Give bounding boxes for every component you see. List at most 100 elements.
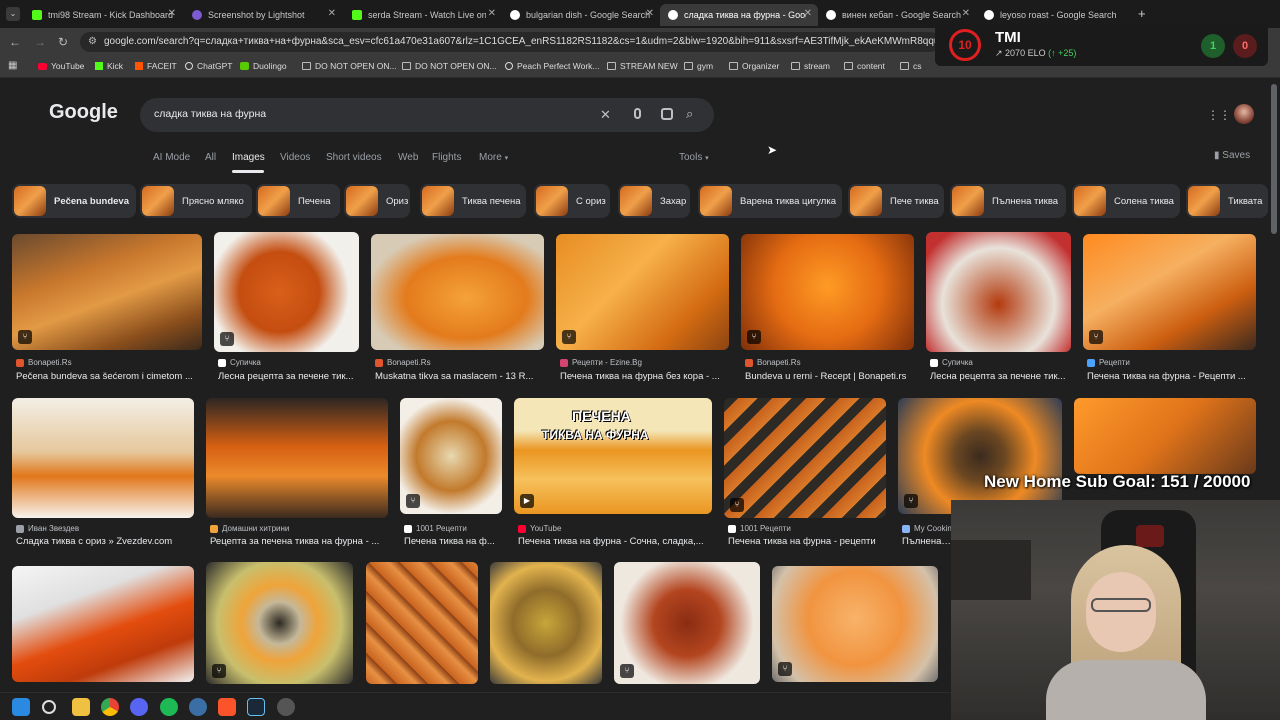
app-icon[interactable] (277, 698, 295, 716)
result-source[interactable]: Супичка (930, 358, 1071, 367)
bookmark-peach-perfect[interactable]: Peach Perfect Work... (505, 61, 600, 71)
bookmark-folder[interactable]: STREAM NEW (607, 61, 678, 71)
tab-web[interactable]: Web (398, 152, 418, 163)
tab-vinen-kebap[interactable]: винен кебап - Google Search ✕ (818, 4, 976, 26)
result-title[interactable]: Лесна рецепта за печене тик... (930, 371, 1071, 382)
result-image[interactable]: ПЕЧЕНА ТИКВА НА ФУРНА ▶ (514, 398, 712, 514)
result-image[interactable] (926, 232, 1071, 352)
page-scrollbar[interactable] (1271, 84, 1277, 234)
filter-chip[interactable]: Пълнена тиква (950, 184, 1066, 218)
tab-bulgarian-dish[interactable]: bulgarian dish - Google Search ✕ (502, 4, 660, 26)
result-source[interactable]: YouTube (518, 524, 712, 533)
result-source[interactable]: Bonapeti.Rs (375, 358, 544, 367)
result-title[interactable]: Bundeva u rerni - Recept | Bonapeti.rs (745, 371, 914, 382)
result-image[interactable]: ⑂ (898, 398, 1062, 514)
bookmark-chatgpt[interactable]: ChatGPT (185, 61, 232, 71)
filter-chip[interactable]: Солена тиква (1072, 184, 1180, 218)
result-title[interactable]: Печена тиква на фурна без кора - ... (560, 371, 729, 382)
result-source[interactable]: Иван Звездев (16, 524, 194, 533)
result-image[interactable] (490, 562, 602, 684)
site-info-icon[interactable]: ⚙ (88, 36, 97, 47)
back-arrow-icon[interactable]: ← (9, 35, 21, 49)
result-source[interactable]: Супичка (218, 358, 359, 367)
file-explorer-icon[interactable] (72, 698, 90, 716)
google-logo[interactable]: Google (49, 101, 118, 124)
filter-chip[interactable]: Ориз (344, 184, 410, 218)
result-source[interactable]: Рецепти - Ezine.Bg (560, 358, 729, 367)
windows-start-icon[interactable] (12, 698, 30, 716)
result-title[interactable]: Лесна рецепта за печене тик... (218, 371, 359, 382)
clear-search-icon[interactable]: ✕ (600, 107, 611, 123)
result-image[interactable]: ⑂ (772, 566, 938, 682)
bookmark-youtube[interactable]: YouTube (38, 61, 84, 71)
result-image[interactable] (12, 566, 194, 682)
apps-grid-icon[interactable]: ▦ (8, 60, 17, 71)
filter-chip[interactable]: Тиквата (1186, 184, 1268, 218)
forward-arrow-icon[interactable]: → (34, 35, 46, 49)
tab-current-search[interactable]: сладка тиква на фурна - Google Search ✕ (660, 4, 818, 26)
result-image[interactable]: ⑂ (400, 398, 502, 514)
result-image[interactable]: ⑂ (12, 234, 202, 350)
search-icon[interactable] (42, 700, 56, 714)
bookmark-folder[interactable]: content (844, 61, 885, 71)
bookmark-folder[interactable]: gym (684, 61, 713, 71)
result-image[interactable]: ⑂ (614, 562, 760, 684)
search-box[interactable]: сладка тиква на фурна ✕ ⌕ (140, 98, 714, 132)
microphone-icon[interactable] (634, 108, 641, 119)
new-tab-button[interactable]: + (1138, 6, 1146, 21)
result-image[interactable]: ⑂ (214, 232, 359, 352)
result-source[interactable]: 1001 Рецепти (404, 524, 502, 533)
result-title[interactable]: Рецепта за печена тиква на фурна - ... (210, 536, 388, 547)
result-image[interactable]: ⑂ (206, 562, 353, 684)
bookmark-folder[interactable]: Organizer (729, 61, 779, 71)
bookmark-folder[interactable]: cs (900, 61, 922, 71)
address-bar[interactable]: ⚙ google.com/search?q=сладка+тиква+на+фу… (80, 32, 940, 52)
filter-chip[interactable]: Захар (618, 184, 690, 218)
close-icon[interactable]: ✕ (328, 8, 336, 19)
tab-lightshot[interactable]: Screenshot by Lightshot ✕ (184, 4, 342, 26)
tab-leyoso-roast[interactable]: leyoso roast - Google Search (976, 4, 1134, 26)
filter-chip[interactable]: Тиква печена (420, 184, 526, 218)
bookmark-faceit[interactable]: FACEIT (135, 61, 177, 71)
close-icon[interactable]: ✕ (168, 8, 176, 19)
app-icon[interactable] (189, 698, 207, 716)
tab-images[interactable]: Images (232, 152, 265, 163)
tab-ai-mode[interactable]: AI Mode (153, 152, 190, 163)
tab-search-menu-icon[interactable]: ⌄ (6, 7, 20, 21)
tab-more[interactable]: More ▾ (479, 152, 508, 163)
result-source[interactable]: My Cookin... (902, 524, 952, 533)
filter-chip[interactable]: Пече тиква (848, 184, 944, 218)
chrome-icon[interactable] (101, 698, 119, 716)
tools-button[interactable]: Tools ▾ (679, 152, 709, 163)
spotify-icon[interactable] (160, 698, 178, 716)
close-icon[interactable]: ✕ (804, 8, 812, 19)
close-icon[interactable]: ✕ (488, 8, 496, 19)
tab-all[interactable]: All (205, 152, 216, 163)
search-icon[interactable]: ⌕ (686, 106, 693, 122)
filter-chip[interactable]: Печена (256, 184, 340, 218)
bookmark-folder[interactable]: DO NOT OPEN ON... (302, 61, 397, 71)
tab-flights[interactable]: Flights (432, 152, 461, 163)
result-title[interactable]: Pečena bundeva sa šećerom i cimetom ... (16, 371, 202, 382)
result-image[interactable]: ⑂ (556, 234, 729, 350)
result-image[interactable]: ⑂ (741, 234, 914, 350)
camera-lens-icon[interactable] (661, 108, 673, 120)
filter-chip[interactable]: Прясно мляко (140, 184, 252, 218)
result-image[interactable] (371, 234, 544, 350)
result-source[interactable]: Bonapeti.Rs (745, 358, 914, 367)
result-source[interactable]: Рецепти (1087, 358, 1256, 367)
tab-serda-stream[interactable]: serda Stream - Watch Live on Kick ✕ (344, 4, 502, 26)
bookmark-folder[interactable]: stream (791, 61, 830, 71)
result-source[interactable]: Bonapeti.Rs (16, 358, 202, 367)
tab-videos[interactable]: Videos (280, 152, 310, 163)
result-title[interactable]: Печена тиква на фурна - Рецепти ... (1087, 371, 1256, 382)
reload-icon[interactable]: ↻ (58, 35, 68, 49)
result-title[interactable]: Muskatna tikva sa maslacem - 13 R... (375, 371, 544, 382)
result-title[interactable]: Пълнена сл... (902, 536, 952, 547)
result-image[interactable]: ⑂ (1083, 234, 1256, 350)
result-title[interactable]: Печена тиква на фурна - рецепти (728, 536, 886, 547)
result-source[interactable]: 1001 Рецепти (728, 524, 886, 533)
filter-chip[interactable]: Варена тиква цигулка (698, 184, 842, 218)
brave-icon[interactable] (218, 698, 236, 716)
close-icon[interactable]: ✕ (646, 8, 654, 19)
